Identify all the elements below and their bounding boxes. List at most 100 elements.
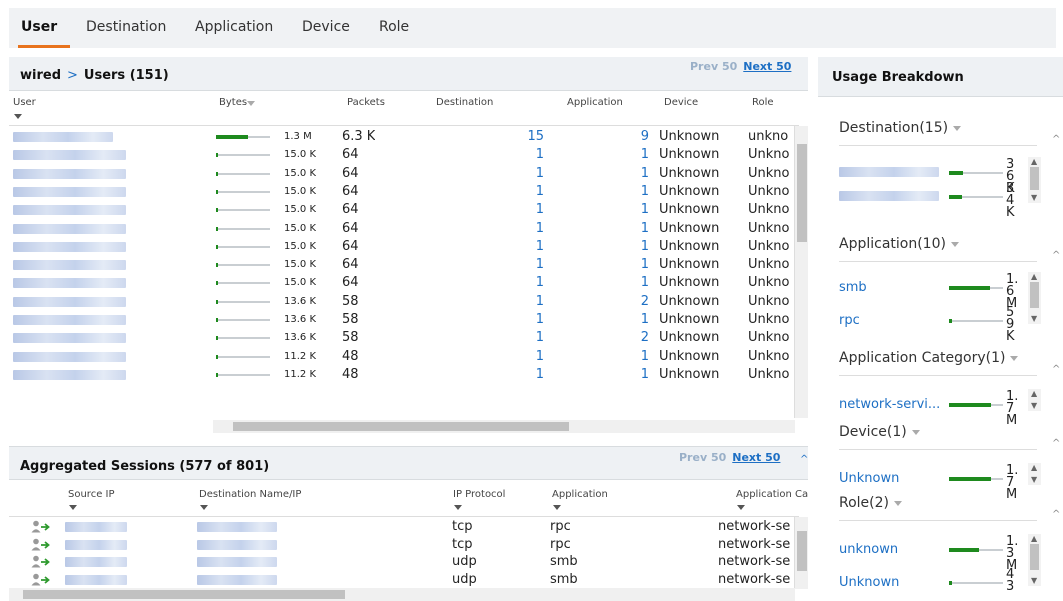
usage-section-title-role[interactable]: Role(2) xyxy=(839,495,902,511)
filter-icon[interactable] xyxy=(454,505,462,510)
col-device[interactable]: Device xyxy=(664,97,698,108)
application-count-link[interactable]: 1 xyxy=(629,147,649,162)
destination-count-link[interactable]: 1 xyxy=(514,184,544,199)
usage-label-link[interactable]: network-servi... xyxy=(839,397,940,412)
usage-section-scrollbar[interactable]: ▲ ▼ xyxy=(1028,272,1041,324)
table-row[interactable]: 15.0 K 64 1 1 Unknown Unkno xyxy=(9,220,807,238)
sessions-vertical-scrollbar[interactable] xyxy=(794,517,808,589)
destination-count-link[interactable]: 1 xyxy=(514,367,544,382)
user-name-redacted[interactable] xyxy=(13,278,126,289)
usage-row[interactable]: Unknown 43 xyxy=(839,568,1054,597)
table-row[interactable]: 15.0 K 64 1 1 Unknown Unkno xyxy=(9,201,807,219)
dropdown-icon[interactable] xyxy=(950,241,959,247)
scroll-thumb[interactable] xyxy=(797,531,807,571)
user-name-redacted[interactable] xyxy=(13,132,113,142)
table-row[interactable]: 15.0 K 64 1 1 Unknown Unkno xyxy=(9,238,807,256)
dropdown-icon[interactable] xyxy=(894,500,902,506)
col-application-category[interactable]: Application Categ xyxy=(736,489,808,500)
user-name-redacted[interactable] xyxy=(13,369,126,380)
col-ip-protocol[interactable]: IP Protocol xyxy=(453,489,505,500)
destination-count-link[interactable]: 1 xyxy=(514,349,544,364)
table-row[interactable]: 11.2 K 48 1 1 Unknown Unkno xyxy=(9,366,807,384)
user-name-redacted[interactable] xyxy=(13,351,126,362)
table-row[interactable]: 15.0 K 64 1 1 Unknown Unkno xyxy=(9,256,807,274)
table-row[interactable]: udp smb network-se xyxy=(9,553,807,570)
usage-row[interactable]: 34 K xyxy=(839,182,1054,219)
collapse-icon[interactable]: ^ xyxy=(1052,250,1060,261)
tab-application[interactable]: Application xyxy=(195,19,273,35)
destination-count-link[interactable]: 1 xyxy=(514,257,544,272)
application-count-link[interactable]: 1 xyxy=(629,202,649,217)
col-destination-name-ip[interactable]: Destination Name/IP xyxy=(199,489,301,500)
table-row[interactable]: 15.0 K 64 1 1 Unknown Unkno xyxy=(9,146,807,164)
destination-count-link[interactable]: 1 xyxy=(514,147,544,162)
usage-label-redacted[interactable] xyxy=(839,191,939,201)
collapse-icon[interactable]: ^ xyxy=(1052,364,1060,375)
scroll-thumb[interactable] xyxy=(233,422,569,431)
col-role[interactable]: Role xyxy=(752,97,774,108)
breadcrumb-wired[interactable]: wired xyxy=(20,68,61,83)
col-destination[interactable]: Destination xyxy=(436,97,493,108)
usage-label-link[interactable]: smb xyxy=(839,280,867,295)
users-vertical-scrollbar[interactable] xyxy=(794,126,808,418)
usage-label-link[interactable]: unknown xyxy=(839,542,898,557)
application-count-link[interactable]: 9 xyxy=(629,129,649,144)
usage-row[interactable]: unknown 1.3 M xyxy=(839,535,1054,572)
sort-desc-icon[interactable] xyxy=(247,101,255,106)
user-name-redacted[interactable] xyxy=(13,223,126,234)
application-count-link[interactable]: 1 xyxy=(629,239,649,254)
application-count-link[interactable]: 1 xyxy=(629,184,649,199)
filter-icon[interactable] xyxy=(14,114,22,119)
destination-count-link[interactable]: 1 xyxy=(514,330,544,345)
dropdown-icon[interactable] xyxy=(911,429,920,435)
col-source-ip[interactable]: Source IP xyxy=(68,489,115,500)
col-application[interactable]: Application xyxy=(567,97,623,108)
table-row[interactable]: tcp rpc network-se xyxy=(9,518,807,535)
user-name-redacted[interactable] xyxy=(13,168,126,179)
usage-row[interactable]: rpc 59 K xyxy=(839,306,1054,343)
usage-section-scrollbar[interactable]: ▲ ▼ xyxy=(1028,463,1041,485)
scroll-thumb[interactable] xyxy=(797,144,807,242)
application-count-link[interactable]: 2 xyxy=(629,294,649,309)
usage-label-link[interactable]: rpc xyxy=(839,313,860,328)
usage-label-link[interactable]: Unknown xyxy=(839,575,899,590)
user-name-redacted[interactable] xyxy=(13,205,126,216)
collapse-icon[interactable]: ^ xyxy=(800,455,808,465)
sessions-horizontal-scrollbar[interactable] xyxy=(9,588,795,601)
tab-user[interactable]: User xyxy=(21,19,57,35)
user-name-redacted[interactable] xyxy=(13,260,126,271)
collapse-icon[interactable]: ^ xyxy=(1052,509,1060,520)
application-count-link[interactable]: 1 xyxy=(629,257,649,272)
usage-label-link[interactable]: Unknown xyxy=(839,471,899,486)
usage-label-redacted[interactable] xyxy=(839,167,939,177)
application-count-link[interactable]: 2 xyxy=(629,330,649,345)
table-row[interactable]: 15.0 K 64 1 1 Unknown Unkno xyxy=(9,165,807,183)
usage-row[interactable]: Unknown 1.7 M xyxy=(839,464,1054,501)
destination-count-link[interactable]: 1 xyxy=(514,239,544,254)
application-count-link[interactable]: 1 xyxy=(629,221,649,236)
application-count-link[interactable]: 1 xyxy=(629,312,649,327)
col-bytes[interactable]: Bytes xyxy=(219,97,247,108)
application-count-link[interactable]: 1 xyxy=(629,349,649,364)
filter-icon[interactable] xyxy=(553,505,561,510)
destination-count-link[interactable]: 1 xyxy=(514,294,544,309)
users-horizontal-scrollbar[interactable] xyxy=(213,420,795,433)
user-name-redacted[interactable] xyxy=(13,150,126,161)
table-row[interactable]: 15.0 K 64 1 1 Unknown Unkno xyxy=(9,183,807,201)
destination-count-link[interactable]: 1 xyxy=(514,166,544,181)
tab-role[interactable]: Role xyxy=(379,19,409,35)
usage-row[interactable]: smb 1.6 M xyxy=(839,273,1054,310)
col-application[interactable]: Application xyxy=(552,489,608,500)
destination-count-link[interactable]: 15 xyxy=(514,129,544,144)
destination-count-link[interactable]: 1 xyxy=(514,275,544,290)
dropdown-icon[interactable] xyxy=(953,125,962,131)
table-row[interactable]: tcp rpc network-se xyxy=(9,536,807,553)
collapse-icon[interactable]: ^ xyxy=(1052,134,1060,145)
usage-section-title-destination[interactable]: Destination(15) xyxy=(839,120,962,136)
user-name-redacted[interactable] xyxy=(13,186,126,197)
application-count-link[interactable]: 1 xyxy=(629,275,649,290)
table-row[interactable]: 11.2 K 48 1 1 Unknown Unkno xyxy=(9,348,807,366)
collapse-icon[interactable]: ^ xyxy=(1052,438,1060,449)
table-row[interactable]: 13.6 K 58 1 2 Unknown Unkno xyxy=(9,293,807,311)
destination-count-link[interactable]: 1 xyxy=(514,221,544,236)
